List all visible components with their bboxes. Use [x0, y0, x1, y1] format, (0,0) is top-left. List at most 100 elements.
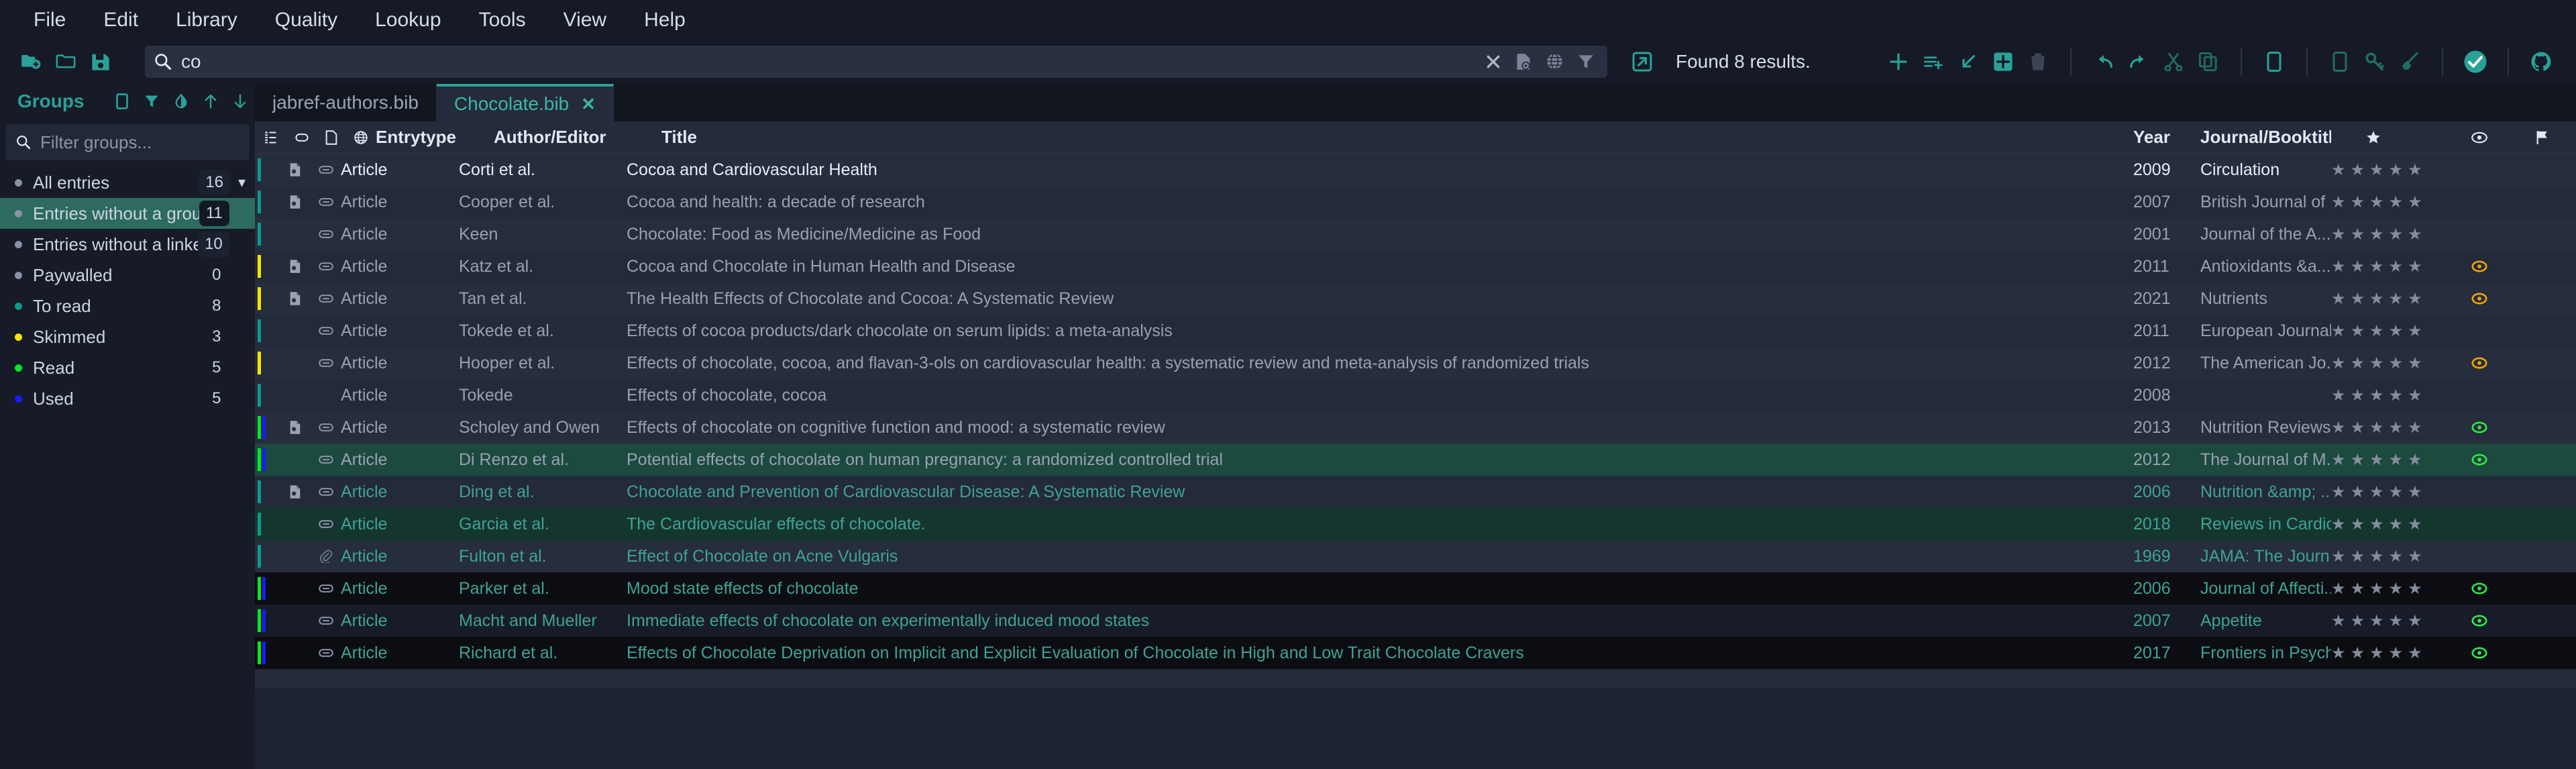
- row-read-status-icon[interactable]: [2455, 260, 2536, 272]
- table-row[interactable]: Article Tokede Effects of chocolate, cocoa…: [255, 379, 2576, 411]
- menu-item-help[interactable]: Help: [625, 2, 704, 38]
- star-icon[interactable]: ★: [2389, 257, 2404, 276]
- star-icon[interactable]: ★: [2369, 160, 2384, 180]
- web-search-icon[interactable]: [1546, 53, 1563, 70]
- row-linked-identifier-icon[interactable]: [311, 293, 341, 304]
- star-icon[interactable]: ★: [2351, 515, 2365, 534]
- row-file-icon[interactable]: [279, 420, 311, 435]
- row-file-icon[interactable]: [279, 195, 311, 209]
- row-linked-identifier-icon[interactable]: [311, 454, 341, 465]
- star-icon[interactable]: ★: [2389, 386, 2404, 405]
- row-file-icon[interactable]: [279, 259, 311, 274]
- star-icon[interactable]: ★: [2408, 386, 2422, 405]
- search-input[interactable]: co: [181, 51, 1477, 72]
- delete-entry-icon[interactable]: [2021, 44, 2055, 79]
- table-row[interactable]: Article Tokede et al. Effects of cocoa pro…: [255, 315, 2576, 347]
- import-entry-icon[interactable]: [1951, 44, 1986, 79]
- star-icon[interactable]: ★: [2389, 644, 2404, 663]
- star-icon[interactable]: ★: [2408, 354, 2422, 373]
- star-icon[interactable]: ★: [2351, 644, 2365, 663]
- new-entry-icon[interactable]: [1881, 44, 1916, 79]
- star-icon[interactable]: ★: [2331, 354, 2346, 373]
- column-header-author[interactable]: Author/Editor: [494, 127, 661, 148]
- table-row[interactable]: Article Corti et al. Cocoa and Cardiovascu…: [255, 154, 2576, 186]
- star-icon[interactable]: ★: [2351, 321, 2365, 341]
- row-rating[interactable]: ★ ★ ★ ★ ★: [2331, 644, 2455, 663]
- move-down-icon[interactable]: [227, 88, 254, 115]
- paste-icon[interactable]: [2257, 44, 2292, 79]
- star-icon[interactable]: ★: [2389, 482, 2404, 502]
- menu-item-file[interactable]: File: [15, 2, 85, 38]
- menu-item-library[interactable]: Library: [157, 2, 256, 38]
- redo-icon[interactable]: [2121, 44, 2156, 79]
- star-icon[interactable]: ★: [2331, 547, 2346, 566]
- row-linked-identifier-icon[interactable]: [311, 261, 341, 272]
- star-icon[interactable]: ★: [2389, 289, 2404, 309]
- star-icon[interactable]: ★: [2389, 160, 2404, 180]
- filter-groups-icon[interactable]: [138, 88, 165, 115]
- star-icon[interactable]: ★: [2369, 321, 2384, 341]
- star-icon[interactable]: ★: [2351, 257, 2365, 276]
- star-icon[interactable]: ★: [2351, 160, 2365, 180]
- row-rating[interactable]: ★ ★ ★ ★ ★: [2331, 515, 2455, 534]
- star-icon[interactable]: ★: [2369, 611, 2384, 631]
- star-icon[interactable]: ★: [2351, 386, 2365, 405]
- global-search-bar[interactable]: co: [145, 45, 1607, 78]
- row-read-status-icon[interactable]: [2455, 421, 2536, 433]
- row-rating[interactable]: ★ ★ ★ ★ ★: [2331, 354, 2455, 373]
- row-read-status-icon[interactable]: [2455, 582, 2536, 595]
- column-header-group-color[interactable]: [255, 131, 287, 144]
- table-row[interactable]: Article Di Renzo et al. Potential effects …: [255, 444, 2576, 476]
- star-icon[interactable]: ★: [2408, 579, 2422, 599]
- star-icon[interactable]: ★: [2331, 257, 2346, 276]
- clear-search-icon[interactable]: [1486, 54, 1501, 69]
- star-icon[interactable]: ★: [2408, 418, 2422, 438]
- row-file-icon[interactable]: [279, 484, 311, 499]
- lookup-key-icon[interactable]: [2357, 44, 2392, 79]
- save-library-icon[interactable]: [83, 44, 118, 79]
- star-icon[interactable]: ★: [2408, 257, 2422, 276]
- row-linked-identifier-icon[interactable]: [311, 197, 341, 207]
- star-icon[interactable]: ★: [2331, 515, 2346, 534]
- column-header-entrytype[interactable]: Entrytype: [376, 127, 494, 148]
- filter-groups-input[interactable]: Filter groups...: [5, 124, 250, 160]
- star-icon[interactable]: ★: [2331, 644, 2346, 663]
- row-read-status-icon[interactable]: [2455, 647, 2536, 659]
- sidebar-group-paywalled[interactable]: Paywalled 0: [0, 260, 255, 291]
- star-icon[interactable]: ★: [2369, 289, 2384, 309]
- table-row[interactable]: Article Scholey and Owen Effects of chocol…: [255, 411, 2576, 444]
- star-icon[interactable]: ★: [2351, 579, 2365, 599]
- row-rating[interactable]: ★ ★ ★ ★ ★: [2331, 321, 2455, 341]
- star-icon[interactable]: ★: [2331, 386, 2346, 405]
- row-rating[interactable]: ★ ★ ★ ★ ★: [2331, 482, 2455, 502]
- star-icon[interactable]: ★: [2389, 611, 2404, 631]
- column-header-journal[interactable]: Journal/Booktitle: [2200, 127, 2331, 148]
- table-row[interactable]: Article Fulton et al. Effect of Chocolate …: [255, 540, 2576, 572]
- star-icon[interactable]: ★: [2351, 225, 2365, 244]
- open-library-icon[interactable]: [48, 44, 83, 79]
- star-icon[interactable]: ★: [2331, 160, 2346, 180]
- star-icon[interactable]: ★: [2331, 289, 2346, 309]
- star-icon[interactable]: ★: [2408, 225, 2422, 244]
- table-row[interactable]: Article Richard et al. Effects of Chocolat…: [255, 637, 2576, 669]
- star-icon[interactable]: ★: [2331, 482, 2346, 502]
- table-row[interactable]: Article Garcia et al. The Cardiovascular e…: [255, 508, 2576, 540]
- github-icon[interactable]: [2524, 44, 2559, 79]
- star-icon[interactable]: ★: [2408, 289, 2422, 309]
- row-linked-identifier-icon[interactable]: [311, 648, 341, 658]
- sidebar-group-entries-without-a-group[interactable]: Entries without a group 11: [0, 198, 255, 229]
- star-icon[interactable]: ★: [2369, 450, 2384, 470]
- column-header-file[interactable]: [317, 130, 346, 145]
- star-icon[interactable]: ★: [2408, 321, 2422, 341]
- star-icon[interactable]: ★: [2389, 450, 2404, 470]
- star-icon[interactable]: ★: [2389, 418, 2404, 438]
- fulltext-search-icon[interactable]: [1515, 53, 1532, 70]
- undo-icon[interactable]: [2086, 44, 2121, 79]
- row-rating[interactable]: ★ ★ ★ ★ ★: [2331, 289, 2455, 309]
- column-header-rating[interactable]: [2331, 130, 2455, 145]
- column-header-year[interactable]: Year: [2133, 127, 2200, 148]
- row-linked-identifier-icon[interactable]: [311, 519, 341, 529]
- new-entry-from-plaintext-icon[interactable]: [1916, 44, 1951, 79]
- row-read-status-icon[interactable]: [2455, 357, 2536, 369]
- star-icon[interactable]: ★: [2408, 482, 2422, 502]
